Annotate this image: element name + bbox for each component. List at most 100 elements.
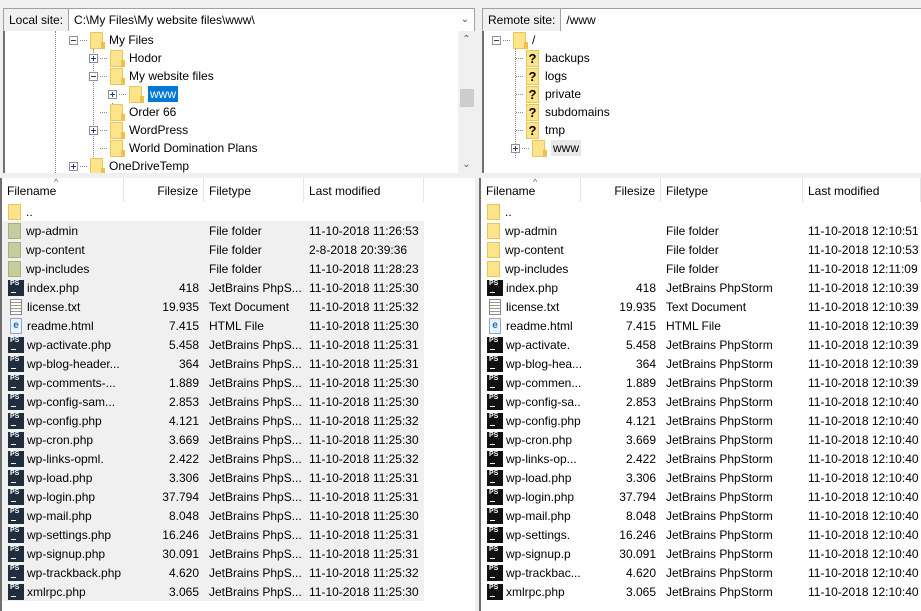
filesize-cell: 364 (178, 356, 199, 371)
tree-item[interactable]: ? subdomains (511, 103, 610, 121)
scroll-down-icon[interactable]: ⌄ (458, 156, 475, 173)
filesize-cell: 418 (635, 280, 656, 295)
filetype-cell: HTML File (209, 318, 264, 333)
column-filetype[interactable]: Filetype (204, 178, 304, 202)
filename-cell: PS wp-config-sa... (481, 393, 581, 410)
folder-icon (487, 260, 500, 277)
filename-cell: PS index.php (2, 279, 124, 296)
tree-item[interactable]: Hodor (89, 49, 162, 67)
local-file-list[interactable]: ^ Filename Filesize Filetype Last modifie… (0, 178, 475, 611)
local-directory-tree[interactable]: My Files Hodor My website files www Order 66… (3, 31, 458, 173)
tree-item[interactable]: www (108, 85, 178, 103)
file-row[interactable]: wp-includes File folder 11-10-2018 12:11:0… (481, 259, 921, 278)
remote-path-input[interactable]: /www (561, 9, 921, 31)
file-row[interactable]: e readme.html 7.415 HTML File 11-10-2018 11:… (2, 316, 424, 335)
tree-item[interactable]: ? backups (511, 49, 590, 67)
file-row[interactable]: PS wp-commen... 1.889 JetBrains PhpStorm 11-… (481, 373, 921, 392)
tree-item-label: World Domination Plans (129, 141, 258, 155)
modified-cell: 11-10-2018 12:10:39 (808, 337, 919, 352)
file-row[interactable]: PS index.php 418 JetBrains PhpStorm 11-10-20… (481, 278, 921, 297)
file-row[interactable]: PS wp-comments-... 1.889 JetBrains PhpS... 1… (2, 373, 424, 392)
file-row[interactable]: PS wp-cron.php 3.669 JetBrains PhpS... 11-10… (2, 430, 424, 449)
file-row[interactable]: license.txt 19.935 Text Document 11-10-2018… (481, 297, 921, 316)
file-row[interactable]: PS wp-blog-header... 364 JetBrains PhpS... 1… (2, 354, 424, 373)
file-row[interactable]: PS wp-trackbac... 4.620 JetBrains PhpStorm 1… (481, 563, 921, 582)
expand-icon[interactable] (511, 143, 520, 153)
phpstorm-file-icon: PS (8, 355, 24, 372)
tree-item[interactable]: WordPress (89, 121, 188, 139)
file-row[interactable]: PS wp-trackback.php 4.620 JetBrains PhpS...… (2, 563, 424, 582)
filetype-cell: JetBrains PhpS... (209, 489, 302, 504)
column-filename[interactable]: ^ Filename (481, 178, 581, 202)
tree-item[interactable]: www (511, 139, 581, 157)
file-row[interactable]: PS wp-settings. 16.246 JetBrains PhpStorm 11… (481, 525, 921, 544)
tree-item[interactable]: OneDriveTemp (69, 157, 189, 173)
file-row[interactable]: PS wp-login.php 37.794 JetBrains PhpS... 11-… (2, 487, 424, 506)
file-row[interactable]: PS wp-config.php 4.121 JetBrains PhpS... 11-… (2, 411, 424, 430)
file-row[interactable]: e readme.html 7.415 HTML File 11-10-2018 12:… (481, 316, 921, 335)
file-row[interactable]: .. (2, 202, 424, 221)
file-row[interactable]: wp-includes File folder 11-10-2018 11:28:2… (2, 259, 424, 278)
file-row[interactable]: PS wp-activate.php 5.458 JetBrains PhpS... 1… (2, 335, 424, 354)
filename: .. (505, 204, 512, 219)
column-last-modified[interactable]: Last modified (304, 178, 424, 202)
tree-item[interactable]: My Files (69, 31, 154, 49)
collapse-icon[interactable] (89, 71, 98, 81)
filetype-cell: File folder (209, 261, 262, 276)
scroll-up-icon[interactable]: ⌃ (458, 31, 475, 48)
filename: wp-config.php (27, 413, 102, 428)
file-row[interactable]: PS xmlrpc.php 3.065 JetBrains PhpS... 11-10-… (2, 582, 424, 601)
phpstorm-file-icon: PS (487, 507, 503, 524)
tree-item[interactable]: ? private (511, 85, 581, 103)
local-path-dropdown-icon[interactable]: ⌄ (456, 9, 474, 31)
remote-file-list[interactable]: ^ Filename Filesize Filetype Last modifie… (479, 178, 921, 611)
file-row[interactable]: .. (481, 202, 921, 221)
remote-directory-tree[interactable]: /? backups? logs? private? subdomains? tmp www (482, 31, 921, 173)
column-filetype[interactable]: Filetype (661, 178, 803, 202)
expand-icon[interactable] (69, 161, 78, 171)
file-row[interactable]: PS wp-settings.php 16.246 JetBrains PhpS...… (2, 525, 424, 544)
file-row[interactable]: PS xmlrpc.php 3.065 JetBrains PhpStorm 11-10… (481, 582, 921, 601)
filename-cell: license.txt (481, 298, 581, 315)
tree-item[interactable]: ? tmp (511, 121, 565, 139)
tree-item[interactable]: / (492, 31, 535, 49)
file-row[interactable]: PS wp-signup.php 30.091 JetBrains PhpS... 11… (2, 544, 424, 563)
tree-item[interactable]: World Domination Plans (89, 139, 258, 157)
column-filesize[interactable]: Filesize (581, 178, 661, 202)
local-tree-scrollbar[interactable]: ⌃ ⌄ (458, 31, 475, 173)
file-row[interactable]: PS wp-load.php 3.306 JetBrains PhpS... 11-10… (2, 468, 424, 487)
tree-item[interactable]: ? logs (511, 67, 567, 85)
collapse-icon[interactable] (492, 35, 501, 45)
file-row[interactable]: PS wp-links-op... 2.422 JetBrains PhpStorm 1… (481, 449, 921, 468)
expand-icon[interactable] (108, 89, 117, 99)
file-row[interactable]: PS wp-links-opml. 2.422 JetBrains PhpS... 11… (2, 449, 424, 468)
tree-item[interactable]: Order 66 (89, 103, 176, 121)
file-row[interactable]: PS wp-mail.php 8.048 JetBrains PhpS... 11-10… (2, 506, 424, 525)
local-path-input[interactable]: C:\My Files\My website files\www\ (69, 9, 456, 31)
file-row[interactable]: PS wp-load.php 3.306 JetBrains PhpStorm 11-1… (481, 468, 921, 487)
expand-icon[interactable] (89, 53, 98, 63)
file-row[interactable]: PS wp-mail.php 8.048 JetBrains PhpStorm 11-1… (481, 506, 921, 525)
file-row[interactable]: PS wp-activate. 5.458 JetBrains PhpStorm 11-… (481, 335, 921, 354)
expand-icon[interactable] (89, 125, 98, 135)
file-row[interactable]: wp-admin File folder 11-10-2018 11:26:53 (2, 221, 424, 240)
collapse-icon[interactable] (69, 35, 78, 45)
file-row[interactable]: wp-admin File folder 11-10-2018 12:10:51 (481, 221, 921, 240)
file-row[interactable]: wp-content File folder 2-8-2018 20:39:36 (2, 240, 424, 259)
file-row[interactable]: PS wp-config-sa... 2.853 JetBrains PhpStorm… (481, 392, 921, 411)
file-row[interactable]: PS wp-login.php 37.794 JetBrains PhpStorm 11… (481, 487, 921, 506)
column-filename[interactable]: ^ Filename (2, 178, 124, 202)
scroll-thumb[interactable] (460, 89, 474, 107)
column-last-modified[interactable]: Last modified (803, 178, 921, 202)
file-row[interactable]: license.txt 19.935 Text Document 11-10-2018… (2, 297, 424, 316)
file-row[interactable]: PS wp-blog-hea... 364 JetBrains PhpStorm 11-… (481, 354, 921, 373)
tree-item[interactable]: My website files (89, 67, 214, 85)
file-row[interactable]: PS wp-config.php 4.121 JetBrains PhpStorm 11… (481, 411, 921, 430)
file-row[interactable]: PS wp-config-sam... 2.853 JetBrains PhpS...… (2, 392, 424, 411)
file-row[interactable]: PS wp-signup.p 30.091 JetBrains PhpStorm 11-… (481, 544, 921, 563)
file-row[interactable]: wp-content File folder 11-10-2018 12:10:53 (481, 240, 921, 259)
file-row[interactable]: PS wp-cron.php 3.669 JetBrains PhpStorm 11-1… (481, 430, 921, 449)
html-file-icon: e (10, 317, 22, 334)
column-filesize[interactable]: Filesize (124, 178, 204, 202)
file-row[interactable]: PS index.php 418 JetBrains PhpS... 11-10-201… (2, 278, 424, 297)
